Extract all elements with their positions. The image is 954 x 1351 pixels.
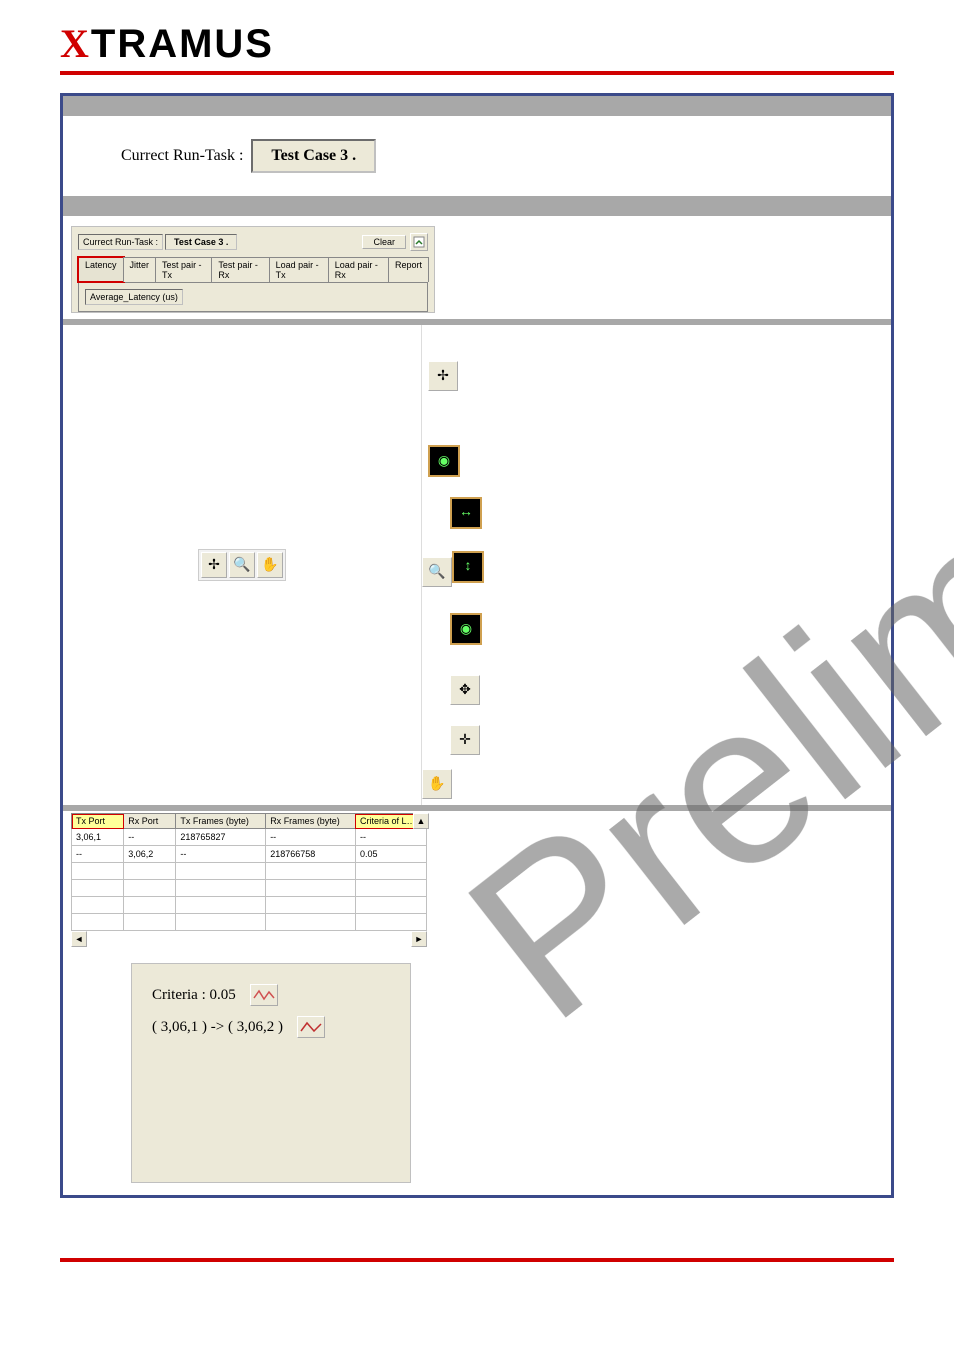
tab-jitter[interactable]: Jitter bbox=[123, 257, 157, 282]
scroll-left-icon[interactable]: ◄ bbox=[71, 931, 87, 947]
tab-loadpair-rx[interactable]: Load pair - Rx bbox=[328, 257, 389, 282]
page-header: XTRAMUS bbox=[0, 0, 954, 67]
table-cell: -- bbox=[355, 829, 426, 846]
scope-icon[interactable]: ◉ bbox=[428, 445, 460, 477]
table-cell bbox=[176, 897, 266, 914]
tab-testpair-tx[interactable]: Test pair - Tx bbox=[155, 257, 212, 282]
table-cell bbox=[72, 863, 124, 880]
hand-icon[interactable]: ✋ bbox=[422, 769, 452, 799]
criteria-wave-icon[interactable] bbox=[250, 984, 278, 1006]
tab-body: Average_Latency (us) bbox=[78, 282, 428, 312]
criteria-wave2-icon[interactable] bbox=[297, 1016, 325, 1038]
table-cell: 3,06,1 bbox=[72, 829, 124, 846]
tabs-panel: Currect Run-Task : Test Case 3 . Clear L… bbox=[71, 226, 435, 313]
panel-current-task-label: Currect Run-Task : bbox=[78, 234, 163, 250]
table-cell: -- bbox=[72, 846, 124, 863]
chart-pane: ✢ 🔍 ✋ bbox=[63, 325, 422, 805]
col-rx-frames[interactable]: Rx Frames (byte) bbox=[266, 814, 356, 829]
section-bar-2 bbox=[63, 196, 891, 216]
table-row: --3,06,2--2187667580.05 bbox=[72, 846, 427, 863]
tab-report[interactable]: Report bbox=[388, 257, 429, 282]
table-cell: 218765827 bbox=[176, 829, 266, 846]
zoom-vertical-icon[interactable]: ↕ bbox=[452, 551, 484, 583]
chart-toolbar: ✢ 🔍 ✋ bbox=[198, 549, 286, 581]
table-row bbox=[72, 880, 427, 897]
clear-button[interactable]: Clear bbox=[362, 235, 406, 249]
table-cell bbox=[124, 914, 176, 931]
table-cell bbox=[124, 863, 176, 880]
pan-icon[interactable]: ✥ bbox=[450, 675, 480, 705]
col-tx-frames[interactable]: Tx Frames (byte) bbox=[176, 814, 266, 829]
zoom-icon[interactable]: 🔍 bbox=[229, 552, 255, 578]
tab-testpair-rx[interactable]: Test pair - Rx bbox=[211, 257, 269, 282]
row-current-task-big: Currect Run-Task : Test Case 3 . bbox=[63, 116, 891, 196]
zoom-horizontal-icon[interactable]: ↔ bbox=[450, 497, 482, 529]
scroll-right-icon[interactable]: ► bbox=[411, 931, 427, 947]
header-rule bbox=[60, 71, 894, 75]
table-cell bbox=[176, 880, 266, 897]
table-row: 3,06,1--218765827---- bbox=[72, 829, 427, 846]
row-table-criteria: Tx Port Rx Port Tx Frames (byte) Rx Fram… bbox=[63, 811, 891, 1195]
section-bar-1 bbox=[63, 96, 891, 116]
footer-rule bbox=[60, 1258, 894, 1262]
table-cell: 0.05 bbox=[355, 846, 426, 863]
crosshair-icon[interactable]: ✢ bbox=[428, 361, 458, 391]
tab-latency[interactable]: Latency bbox=[78, 257, 124, 282]
panel-current-task-value: Test Case 3 . bbox=[165, 234, 237, 250]
table-cell bbox=[355, 897, 426, 914]
brand-logo-x: X bbox=[60, 21, 91, 66]
table-cell bbox=[176, 863, 266, 880]
brand-logo: XTRAMUS bbox=[60, 20, 894, 67]
table-cell bbox=[266, 863, 356, 880]
scope2-icon[interactable]: ◉ bbox=[450, 613, 482, 645]
tab-strip: Latency Jitter Test pair - Tx Test pair … bbox=[78, 257, 428, 282]
right-icon-pane: ✢ ◉ ↔ 🔍 ↕ ◉ ✥ ✛ ✋ bbox=[422, 325, 891, 805]
table-cell: -- bbox=[124, 829, 176, 846]
table-cell bbox=[124, 897, 176, 914]
table-cell: 3,06,2 bbox=[124, 846, 176, 863]
table-cell bbox=[176, 914, 266, 931]
table-row bbox=[72, 914, 427, 931]
criteria-panel: Criteria : 0.05 ( 3,06,1 ) -> ( 3,06,2 ) bbox=[131, 963, 411, 1183]
scroll-up-icon[interactable]: ▲ bbox=[413, 813, 429, 829]
table-row bbox=[72, 863, 427, 880]
zoom-icon[interactable]: 🔍 bbox=[422, 557, 452, 587]
criteria-pair-label: ( 3,06,1 ) -> ( 3,06,2 ) bbox=[152, 1019, 283, 1036]
table-cell bbox=[124, 880, 176, 897]
table-cell bbox=[266, 880, 356, 897]
table-cell: -- bbox=[176, 846, 266, 863]
table-cell bbox=[72, 914, 124, 931]
table-row bbox=[72, 897, 427, 914]
brand-logo-rest: TRAMUS bbox=[91, 22, 274, 66]
row-tabs-panel: Currect Run-Task : Test Case 3 . Clear L… bbox=[63, 216, 891, 319]
table-cell bbox=[355, 880, 426, 897]
export-icon[interactable] bbox=[410, 233, 428, 251]
table-cell bbox=[355, 914, 426, 931]
table-cell bbox=[72, 897, 124, 914]
data-table: Tx Port Rx Port Tx Frames (byte) Rx Fram… bbox=[71, 813, 427, 931]
avg-latency-label: Average_Latency (us) bbox=[85, 289, 183, 305]
pan-hand-icon[interactable]: ✋ bbox=[257, 552, 283, 578]
tab-loadpair-tx[interactable]: Load pair - Tx bbox=[269, 257, 329, 282]
col-tx-port[interactable]: Tx Port bbox=[72, 814, 124, 829]
data-table-wrap: Tx Port Rx Port Tx Frames (byte) Rx Fram… bbox=[71, 813, 427, 931]
current-task-label: Currect Run-Task : bbox=[121, 147, 243, 165]
crosshair-icon[interactable]: ✢ bbox=[201, 552, 227, 578]
content-frame: Currect Run-Task : Test Case 3 . Currect… bbox=[60, 93, 894, 1198]
table-cell bbox=[266, 914, 356, 931]
current-task-value: Test Case 3 . bbox=[251, 139, 376, 173]
criteria-label: Criteria : 0.05 bbox=[152, 987, 236, 1004]
table-cell bbox=[266, 897, 356, 914]
row-chart-area: ✢ 🔍 ✋ ✢ ◉ ↔ 🔍 ↕ ◉ ✥ ✛ ✋ bbox=[63, 325, 891, 805]
col-rx-port[interactable]: Rx Port bbox=[124, 814, 176, 829]
table-cell: -- bbox=[266, 829, 356, 846]
pan-center-icon[interactable]: ✛ bbox=[450, 725, 480, 755]
table-cell bbox=[72, 880, 124, 897]
table-cell: 218766758 bbox=[266, 846, 356, 863]
table-cell bbox=[355, 863, 426, 880]
